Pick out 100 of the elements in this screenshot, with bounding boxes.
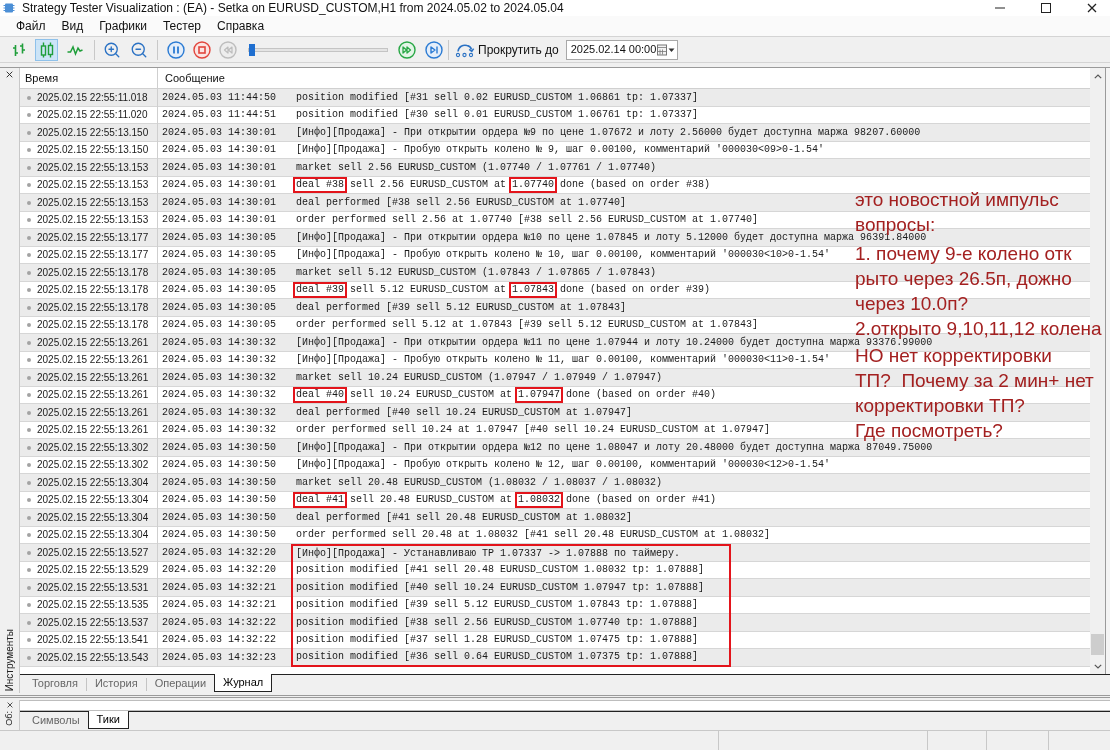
log-date: 2024.05.03 14:32:22 xyxy=(162,635,277,646)
log-date: 2024.05.03 14:30:50 xyxy=(162,530,277,541)
stop-button[interactable] xyxy=(191,38,213,61)
log-message: position modified [#30 sell 0.01 EURUSD_CUSTOM 1.06761 tp: 1.07337] xyxy=(296,110,699,121)
log-message: order performed sell 20.48 at 1.08032 [#41 sell 20.48 EURUSD_CUSTOM at 1.08032] xyxy=(296,530,771,541)
close-icon[interactable] xyxy=(1087,3,1097,13)
log-message: [Инфо][Продажа] - При открытии ордера №12 по цене 1.08047 и лоту 20.48000 будет доступна маржа 87049.75000 xyxy=(296,442,933,453)
log-date: 2024.05.03 14:30:32 xyxy=(162,355,277,366)
column-header[interactable]: Сообщение xyxy=(158,72,225,84)
close-icon[interactable] xyxy=(6,71,13,78)
log-date: 2024.05.03 14:30:01 xyxy=(162,145,277,156)
log-time: 2025.02.15 22:55:13.304 xyxy=(37,512,149,523)
close-icon[interactable] xyxy=(6,702,13,708)
pause-button[interactable] xyxy=(165,38,187,61)
log-time: 2025.02.15 22:55:13.541 xyxy=(37,635,149,646)
log-time: 2025.02.15 22:55:13.153 xyxy=(37,180,149,191)
chevron-up-icon[interactable] xyxy=(1093,74,1102,79)
window-title: Strategy Tester Visualization : (EA) - Setka on EURUSD_CUSTOM,H1 from 2024.05.02 to 2024.05.04 xyxy=(22,2,564,14)
bullet-icon xyxy=(27,183,31,188)
log-time: 2025.02.15 22:55:13.261 xyxy=(37,337,149,348)
log-message: market sell 10.24 EURUSD_CUSTOM (1.07947 / 1.07949 / 1.07947) xyxy=(296,372,663,383)
column-header[interactable]: Время xyxy=(20,72,59,84)
candlestick-icon xyxy=(38,41,55,58)
tab[interactable]: Торговля xyxy=(24,675,86,692)
log-date: 2024.05.03 14:30:05 xyxy=(162,232,277,243)
log-time: 2025.02.15 22:55:13.302 xyxy=(37,442,149,453)
zoom-out-icon[interactable] xyxy=(130,40,148,59)
log-time: 2025.02.15 22:55:13.177 xyxy=(37,232,149,243)
log-message: deal #41 sell 20.48 EURUSD_CUSTOM at 1.08032 done (based on order #41) xyxy=(292,491,721,509)
log-time: 2025.02.15 22:55:13.304 xyxy=(37,530,149,541)
pause-icon xyxy=(167,40,185,59)
log-message: order performed sell 2.56 at 1.07740 [#38 sell 2.56 EURUSD_CUSTOM at 1.07740] xyxy=(296,215,759,226)
log-time: 2025.02.15 22:55:13.150 xyxy=(37,127,149,138)
log-message: deal #38 sell 2.56 EURUSD_CUSTOM at 1.07740 done (based on order #38) xyxy=(292,176,715,194)
log-time: 2025.02.15 22:55:11.020 xyxy=(37,110,148,121)
date-field[interactable]: 2025.02.14 00:00 xyxy=(565,39,678,60)
menu-item[interactable]: Графики xyxy=(91,17,155,35)
log-time: 2025.02.15 22:55:13.261 xyxy=(37,372,149,383)
annotation-line: 1. почему 9-е колено отк xyxy=(855,244,1072,264)
bullet-icon xyxy=(27,148,31,153)
tab[interactable]: История xyxy=(86,675,146,692)
scroll-to-button[interactable]: Прокрутить до xyxy=(454,38,560,61)
log-date: 2024.05.03 14:32:20 xyxy=(162,565,277,576)
bullet-icon xyxy=(27,375,31,380)
bullet-icon xyxy=(27,270,31,275)
menu-item[interactable]: Справка xyxy=(209,17,273,35)
bullet-icon xyxy=(27,638,31,643)
log-message: [Инфо][Продажа] - При открытии ордера №10 по цене 1.07845 и лоту 5.12000 будет доступна маржа 96391.84000 xyxy=(296,232,927,243)
bullet-icon xyxy=(27,603,31,608)
slider-thumb[interactable] xyxy=(249,43,255,56)
log-time: 2025.02.15 22:55:13.535 xyxy=(37,600,149,611)
annotation-line: вопросы: xyxy=(855,215,936,235)
log-message: order performed sell 5.12 at 1.07843 [#39 sell 5.12 EURUSD_CUSTOM at 1.07843] xyxy=(296,320,759,331)
tab[interactable]: Символы xyxy=(24,712,88,729)
annotation-line: корректировки ТП? xyxy=(855,396,1025,416)
app-icon xyxy=(3,2,15,14)
calendar-dropdown-icon[interactable] xyxy=(656,43,675,56)
bullet-icon xyxy=(27,445,31,450)
log-time: 2025.02.15 22:55:13.529 xyxy=(37,565,149,576)
log-date: 2024.05.03 14:30:05 xyxy=(162,267,277,278)
tab[interactable]: Тики xyxy=(87,711,129,729)
fast-forward-button[interactable] xyxy=(396,38,418,61)
maximize-icon[interactable] xyxy=(1041,3,1051,13)
bullet-icon xyxy=(27,620,31,625)
bullet-icon xyxy=(27,130,31,135)
step-forward-button[interactable] xyxy=(423,38,445,61)
chevron-down-icon[interactable] xyxy=(1093,663,1102,669)
annotation-line: 2.открыто 9,10,11,12 колена xyxy=(855,319,1102,339)
candlestick-chart-button[interactable] xyxy=(35,38,58,61)
log-date: 2024.05.03 11:44:51 xyxy=(162,110,277,121)
scrollbar-thumb[interactable] xyxy=(1091,634,1104,655)
zoom-in-icon[interactable] xyxy=(103,40,121,59)
log-date: 2024.05.03 14:32:21 xyxy=(162,582,277,593)
log-message: position modified [#31 sell 0.02 EURUSD_CUSTOM 1.06861 tp: 1.07337] xyxy=(296,92,699,103)
log-time: 2025.02.15 22:55:13.153 xyxy=(37,197,149,208)
log-time: 2025.02.15 22:55:13.304 xyxy=(37,495,149,506)
log-time: 2025.02.15 22:55:13.177 xyxy=(37,250,149,261)
side-panel-label[interactable]: Инструменты xyxy=(4,628,15,691)
log-time: 2025.02.15 22:55:13.150 xyxy=(37,145,149,156)
menu-item[interactable]: Файл xyxy=(8,17,54,35)
log-date: 2024.05.03 14:30:50 xyxy=(162,442,277,453)
log-date: 2024.05.03 14:30:50 xyxy=(162,477,277,488)
log-date: 2024.05.03 14:30:50 xyxy=(162,512,277,523)
log-message: deal #40 sell 10.24 EURUSD_CUSTOM at 1.07947 done (based on order #40) xyxy=(292,386,721,404)
log-time: 2025.02.15 22:55:13.153 xyxy=(37,162,149,173)
log-message: deal #39 sell 5.12 EURUSD_CUSTOM at 1.07843 done (based on order #39) xyxy=(292,281,715,299)
annotation-line: это новостной импульс xyxy=(855,190,1059,210)
log-date: 2024.05.03 14:30:32 xyxy=(162,390,277,401)
tab[interactable]: Журнал xyxy=(214,674,273,692)
log-date: 2024.05.03 14:32:22 xyxy=(162,617,277,628)
log-message: [Инфо][Продажа] - При открытии ордера №11 по цене 1.07944 и лоту 10.24000 будет доступна маржа 93376.99000 xyxy=(296,337,933,348)
tab[interactable]: Операции xyxy=(146,675,215,692)
menu-item[interactable]: Тестер xyxy=(154,17,209,35)
menu-item[interactable]: Вид xyxy=(53,17,92,35)
log-time: 2025.02.15 22:55:13.537 xyxy=(37,617,149,628)
log-message: deal performed [#39 sell 5.12 EURUSD_CUSTOM at 1.07843] xyxy=(296,302,627,313)
bullet-icon xyxy=(27,95,31,100)
log-date: 2024.05.03 14:30:32 xyxy=(162,425,277,436)
log-date: 2024.05.03 14:30:50 xyxy=(162,460,277,471)
log-date: 2024.05.03 14:30:01 xyxy=(162,162,277,173)
